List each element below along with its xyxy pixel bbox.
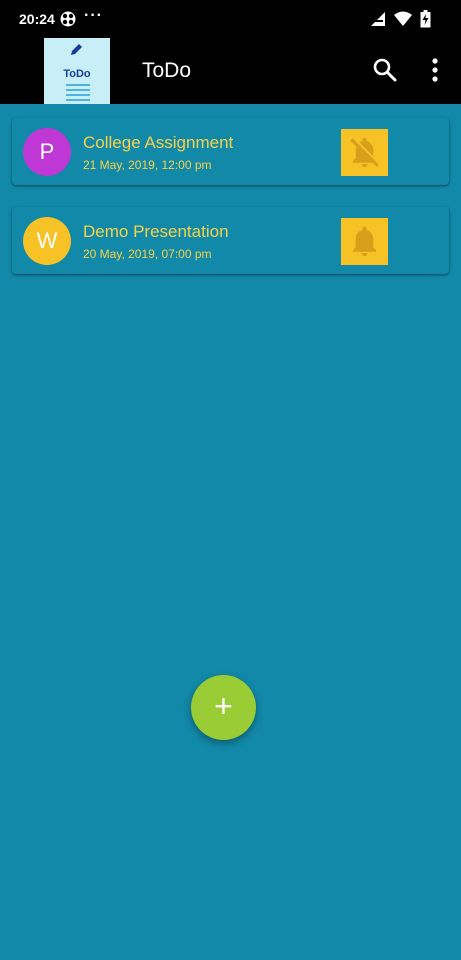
todo-title: Demo Presentation: [83, 222, 229, 241]
add-todo-button[interactable]: +: [191, 675, 256, 740]
signal-icon: [371, 12, 385, 26]
wifi-icon: [394, 11, 412, 26]
status-bar: 20:24 ···: [0, 0, 461, 38]
logo-line: [66, 89, 90, 91]
battery-charging-icon: [420, 10, 431, 28]
todo-date: 20 May, 2019, 07:00 pm: [83, 247, 212, 261]
pen-icon: [71, 44, 82, 55]
todo-card[interactable]: P College Assignment 21 May, 2019, 12:00…: [12, 118, 449, 185]
todo-card[interactable]: W Demo Presentation 20 May, 2019, 07:00 …: [12, 207, 449, 274]
logo-line: [66, 94, 90, 96]
todo-date: 21 May, 2019, 12:00 pm: [83, 158, 212, 172]
bell-off-icon: [350, 137, 380, 168]
todo-title: College Assignment: [83, 133, 234, 152]
alarm-toggle-button[interactable]: [341, 218, 388, 265]
status-time: 20:24: [19, 11, 55, 27]
avatar: W: [23, 217, 71, 265]
app-title: ToDo: [142, 59, 192, 82]
app-bar: ToDo ToDo: [0, 38, 461, 104]
search-icon[interactable]: [372, 57, 398, 83]
more-vert-icon[interactable]: [425, 57, 445, 83]
sync-icon: [60, 11, 76, 27]
avatar: P: [23, 128, 71, 176]
alarm-toggle-button[interactable]: [341, 129, 388, 176]
app-logo: ToDo: [44, 38, 110, 104]
logo-line: [66, 84, 90, 86]
bell-icon: [352, 226, 377, 257]
logo-text: ToDo: [63, 68, 91, 80]
status-icons: [370, 10, 431, 28]
add-icon: +: [214, 688, 233, 724]
status-more: ···: [84, 7, 103, 24]
logo-line: [66, 99, 90, 101]
